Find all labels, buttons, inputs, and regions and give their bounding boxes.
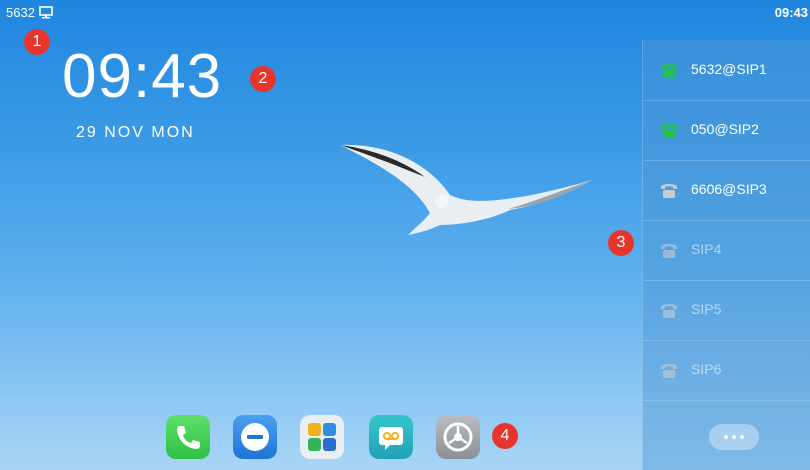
account-label: 050@SIP2 <box>691 121 759 137</box>
account-line-4[interactable]: SIP4 <box>643 220 810 281</box>
account-label: 5632@SIP1 <box>691 61 767 77</box>
status-bar: 5632 09:43 <box>0 0 810 24</box>
callout-marker-1: 1 <box>24 29 50 55</box>
more-accounts-button[interactable] <box>709 424 759 450</box>
account-label: 6606@SIP3 <box>691 181 767 197</box>
account-line-3[interactable]: 6606@SIP3 <box>643 160 810 221</box>
account-line-6[interactable]: SIP6 <box>643 340 810 401</box>
applications-app-icon[interactable] <box>300 415 344 459</box>
handset-registered-icon <box>661 124 677 138</box>
voicemail-icon <box>379 427 403 450</box>
account-panel: 5632@SIP1 050@SIP2 6606@SIP3 SIP4 SIP5 S… <box>642 40 810 470</box>
account-line-5[interactable]: SIP5 <box>643 280 810 341</box>
phone-app-icon[interactable] <box>166 415 210 459</box>
handset-registered-icon <box>661 64 677 78</box>
handset-disabled-icon <box>661 244 677 258</box>
account-line-1[interactable]: 5632@SIP1 <box>643 40 810 101</box>
phone-handset-icon <box>177 426 200 449</box>
handset-disabled-icon <box>661 304 677 318</box>
status-time: 09:43 <box>774 5 808 20</box>
handset-disabled-icon <box>661 364 677 378</box>
seagull-wallpaper <box>340 144 592 235</box>
settings-app-icon[interactable] <box>436 415 480 459</box>
desktop-phone-home-screen: 5632 09:43 09:43 29 NOV MON 5632@SIP1 05… <box>0 0 810 470</box>
account-label: SIP5 <box>691 301 722 317</box>
callout-marker-2: 2 <box>250 66 276 92</box>
home-clock: 09:43 <box>62 42 223 111</box>
directory-app-icon[interactable] <box>233 415 277 459</box>
network-icon <box>39 6 53 19</box>
account-label: SIP6 <box>691 361 722 377</box>
dot-icon <box>740 435 744 439</box>
handset-idle-icon <box>661 184 677 198</box>
dot-icon <box>724 435 728 439</box>
account-label: SIP4 <box>691 241 722 257</box>
app-grid-icon <box>308 423 336 451</box>
dot-icon <box>732 435 736 439</box>
callout-marker-4: 4 <box>492 423 518 449</box>
gear-icon <box>443 422 473 452</box>
extension-number: 5632 <box>6 5 35 20</box>
callout-marker-3: 3 <box>608 230 634 256</box>
status-left: 5632 <box>6 5 53 20</box>
home-date: 29 NOV MON <box>76 124 195 141</box>
account-line-2[interactable]: 050@SIP2 <box>643 100 810 161</box>
directory-icon <box>241 423 269 451</box>
voicemail-app-icon[interactable] <box>369 415 413 459</box>
